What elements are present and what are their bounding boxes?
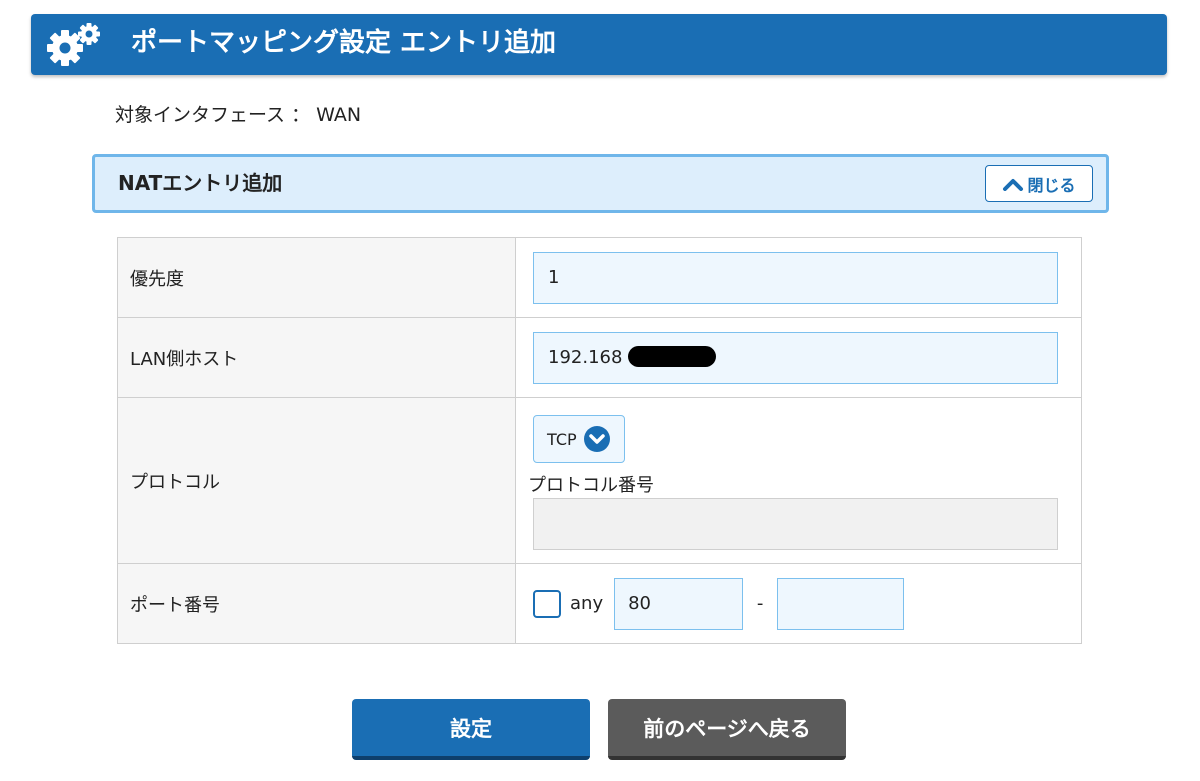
- section-title: NATエントリ追加: [118, 171, 283, 195]
- port-from-input[interactable]: [614, 577, 744, 630]
- priority-label: 優先度: [117, 237, 516, 318]
- form-row-protocol: プロトコル TCP プロトコル番号: [117, 397, 1082, 564]
- protocol-number-input[interactable]: [533, 498, 1058, 550]
- chevron-down-circle-icon: [583, 426, 610, 452]
- lan-host-label: LAN側ホスト: [117, 317, 516, 398]
- nat-entry-section-header: NATエントリ追加 閉じる: [92, 154, 1109, 213]
- priority-input[interactable]: [533, 251, 1058, 304]
- protocol-select[interactable]: TCP: [533, 415, 625, 463]
- back-button[interactable]: 前のページへ戻る: [608, 699, 846, 760]
- close-section-button[interactable]: 閉じる: [985, 165, 1093, 202]
- title-bar: ポートマッピング設定 エントリ追加: [31, 14, 1167, 75]
- page: ポートマッピング設定 エントリ追加 対象インタフェース ： WAN NATエント…: [0, 0, 1200, 781]
- protocol-selected-value: TCP: [547, 429, 577, 449]
- port-to-input[interactable]: [777, 577, 905, 630]
- nat-entry-form: 優先度 LAN側ホスト プロトコル TCP: [117, 237, 1082, 644]
- protocol-label: プロトコル: [117, 397, 516, 564]
- port-any-label: any: [570, 593, 604, 614]
- port-any-checkbox[interactable]: [533, 589, 561, 618]
- port-label: ポート番号: [117, 563, 516, 644]
- close-section-label: 閉じる: [1027, 175, 1076, 195]
- redaction-mark: [628, 345, 716, 367]
- protocol-number-label: プロトコル番号: [528, 475, 654, 496]
- form-row-priority: 優先度: [117, 237, 1082, 318]
- chevron-up-icon: [1003, 178, 1024, 191]
- lan-host-input[interactable]: [533, 331, 1058, 384]
- submit-button[interactable]: 設定: [352, 699, 590, 760]
- page-title: ポートマッピング設定 エントリ追加: [131, 28, 557, 58]
- gears-icon: [47, 23, 100, 66]
- port-range-separator: -: [756, 593, 764, 614]
- form-row-lan-host: LAN側ホスト: [117, 317, 1082, 398]
- form-row-port: ポート番号 any -: [117, 563, 1082, 644]
- target-interface: 対象インタフェース ： WAN: [115, 104, 362, 126]
